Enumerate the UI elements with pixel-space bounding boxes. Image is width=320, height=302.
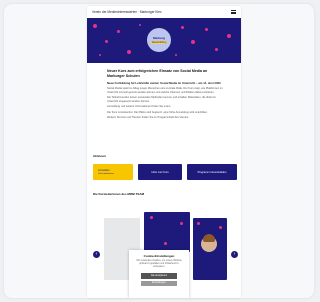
hero-logo: Marburg Weiterbildung: [147, 28, 171, 52]
carousel-label: Die Kursleiterinnen des MWB TEAM: [93, 192, 145, 196]
hero-banner: Marburg Weiterbildung: [87, 18, 241, 63]
chevron-left-icon[interactable]: ‹: [93, 251, 100, 258]
menu-icon[interactable]: [231, 10, 236, 14]
site-header: Verein der Medieninteressierten · Marbur…: [87, 6, 241, 18]
webpage-preview: Verein der Medieninteressierten · Marbur…: [87, 6, 241, 298]
program-download-button[interactable]: Programm herunterladen: [187, 164, 237, 180]
action-buttons: Anmelden Jetzt teilnehmen Infos zum Kurs…: [93, 164, 237, 180]
cookie-dialog-title: Cookie-Einstellungen: [143, 254, 175, 258]
chevron-right-icon[interactable]: ›: [231, 251, 238, 258]
course-info-button[interactable]: Infos zum Kurs: [138, 164, 182, 180]
article-paragraph: Anmeldung und weitere Informationen find…: [107, 105, 172, 109]
team-member-photo: [201, 234, 217, 252]
actions-label: Aktionen: [93, 154, 106, 158]
team-carousel: ‹ › Cookie-Einstellungen Wir verwenden C…: [87, 206, 241, 298]
article-heading: Neuer Kurs zum erfolgreichen Einsatz von…: [107, 69, 208, 78]
article-paragraph: Weitere Termine und Themen finden Sie im…: [107, 116, 189, 120]
cookie-dialog: Cookie-Einstellungen Wir verwenden Cooki…: [129, 250, 189, 298]
article-body: Neuer Kurs zum erfolgreichen Einsatz von…: [107, 69, 225, 122]
carousel-slide[interactable]: [193, 218, 227, 280]
article-paragraph: Social Media spielt im Alltag junger Men…: [107, 87, 223, 94]
site-title: Verein der Medieninteressierten · Marbur…: [92, 10, 162, 14]
article-paragraph: Die Teilnehmenden lernen praxisnahe Meth…: [107, 96, 216, 103]
register-button[interactable]: Anmelden Jetzt teilnehmen: [93, 164, 133, 180]
article-lead: Neue Fortbildung für Lehrkräfte startet:…: [107, 80, 221, 85]
article-paragraph: Der Kurs ist kostenfrei. Die Plätze sind…: [107, 110, 208, 114]
cookie-dialog-text: Wir verwenden Cookies, um unsere Website…: [136, 260, 182, 269]
accept-cookies-button[interactable]: Alle akzeptieren: [141, 272, 177, 279]
cookie-settings-button[interactable]: Einstellungen: [141, 280, 177, 286]
carousel-slide[interactable]: [144, 212, 190, 252]
